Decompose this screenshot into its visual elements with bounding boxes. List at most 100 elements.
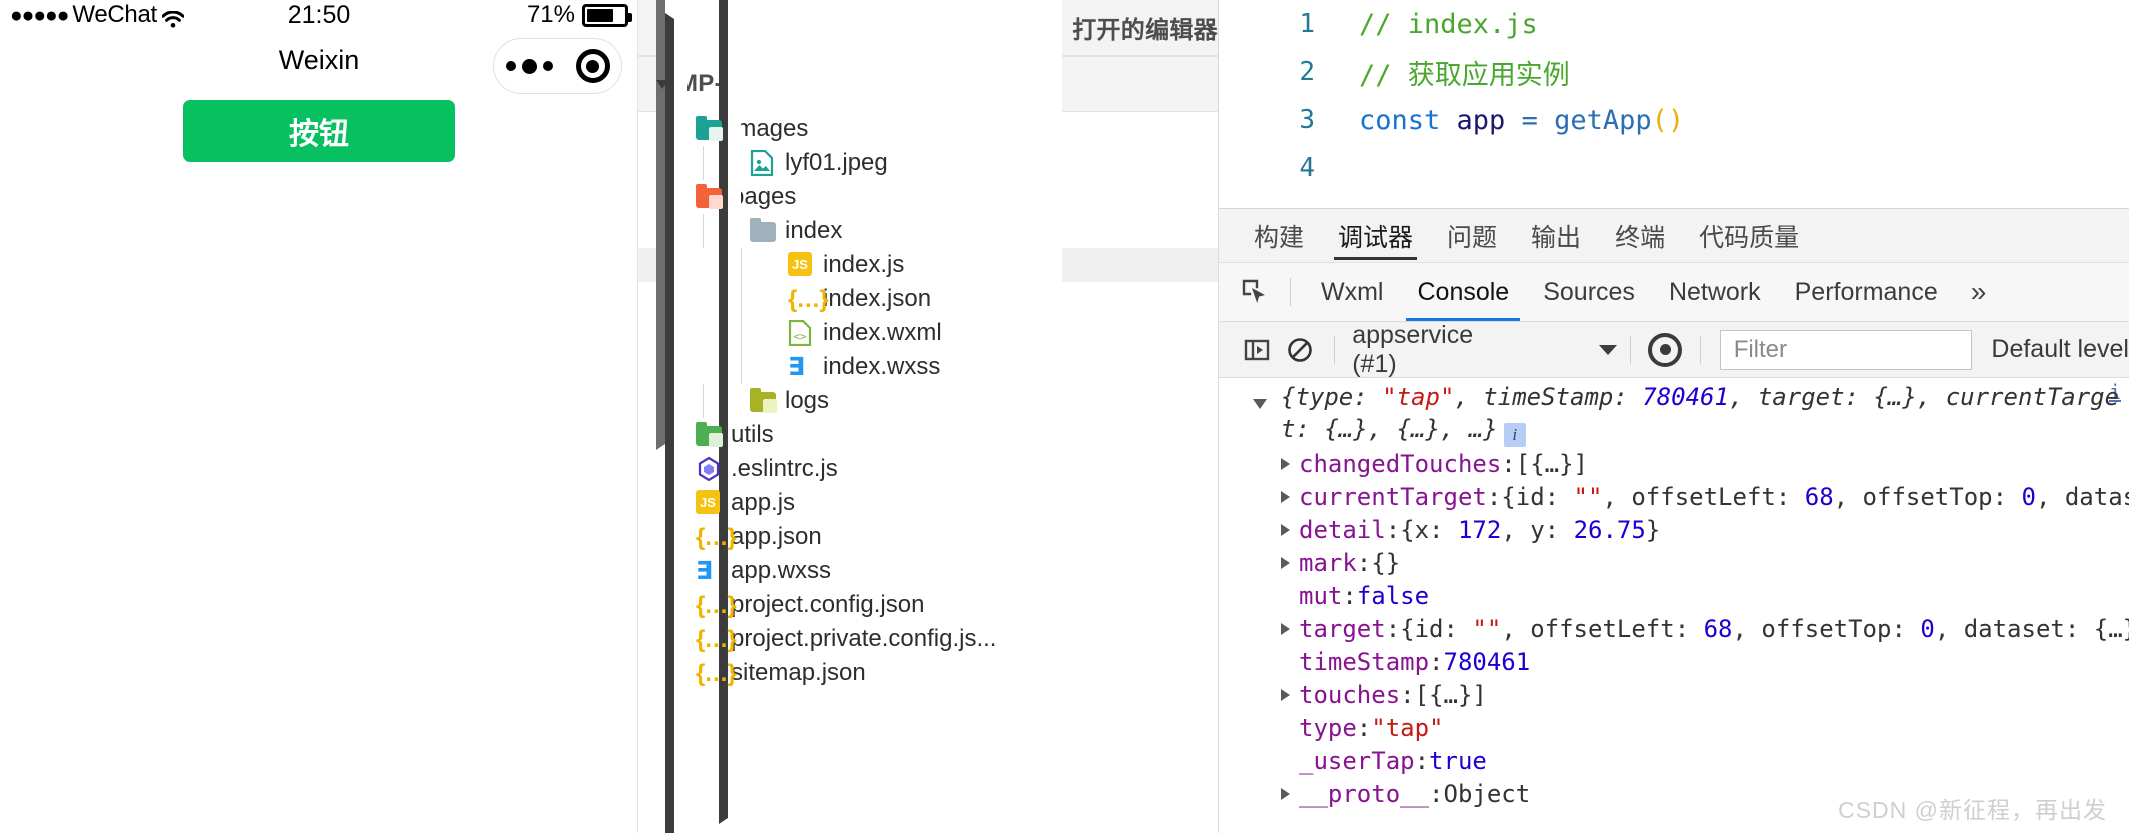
file-tree-item-sitemap-json[interactable]: {…} sitemap.json [638,656,1218,690]
file-tree-item-label: project.config.json [731,591,925,618]
devtools-tab-0[interactable]: 构建 [1237,209,1321,262]
property-value: Object [1443,779,1531,808]
code-editor[interactable]: 1 // index.js 2 // 获取应用实例 3 const app = getAp… [1219,0,2129,208]
console-sidebar-icon[interactable] [1235,330,1278,370]
console-property-row[interactable]: currentTarget: {id: "", offsetLeft: 68, … [1219,480,2129,513]
code-line: 2 // 获取应用实例 [1259,48,2129,96]
status-left: ●●●●● WeChat [10,1,185,29]
divider [1334,335,1336,364]
console-property-row[interactable]: mark: {} [1219,546,2129,579]
eslint-file-icon [696,456,722,482]
property-key: touches [1299,680,1401,709]
line-number: 3 [1299,105,1315,135]
folder-logs-icon [750,388,777,414]
property-colon: : [1429,647,1444,676]
more-dots-icon[interactable] [505,58,553,74]
live-expression-eye-icon[interactable] [1644,330,1687,370]
devtools-tab-1[interactable]: 调试器 [1321,209,1430,262]
phone-status-bar: ●●●●● WeChat 21:50 71% [0,0,638,30]
json-file-icon: {…} [696,524,737,551]
file-tree-item-label: sitemap.json [731,659,866,686]
file-tree-item-label: images [731,115,809,142]
devtools-tab-2[interactable]: 问题 [1430,209,1514,262]
line-number: 2 [1299,57,1315,87]
filter-input[interactable] [1731,334,1961,365]
panel-tab-performance[interactable]: Performance [1778,264,1955,321]
console-property-row[interactable]: _userTap: true [1219,744,2129,777]
expand-triangle-icon[interactable] [1253,399,1267,409]
file-tree-item-label: index [785,217,843,244]
console-context-select[interactable]: appservice (#1) [1348,321,1617,379]
phone-nav-bar: Weixin [0,30,638,94]
divider [1699,335,1701,364]
folder-icon [750,218,776,244]
devtools-primary-tabs: 构建 调试器 问题 输出 终端 代码质量 [1219,208,2129,263]
chevron-down-icon [1598,344,1617,355]
expand-triangle-icon[interactable] [1281,787,1290,800]
expand-triangle-icon[interactable] [1281,457,1290,470]
log-group-summary[interactable]: {type: "tap", timeStamp: 780461, target:… [1281,382,2129,448]
property-key: type [1299,713,1357,742]
chevron-double-right-icon[interactable]: » [1955,264,2003,321]
console-property-row[interactable]: target: {id: "", offsetLeft: 68, offsetT… [1219,612,2129,645]
property-key: _userTap [1299,746,1415,775]
wechat-capsule[interactable] [493,38,622,94]
wxml-file-icon: <> [788,319,814,347]
devtools-tab-4[interactable]: 终端 [1598,209,1682,262]
file-tree-item-label: lyf01.jpeg [785,149,888,176]
file-tree-item-label: .eslintrc.js [731,455,838,482]
info-badge[interactable]: i [1503,423,1526,448]
console-property-row[interactable]: __proto__: Object [1219,777,2129,810]
console-property-row[interactable]: detail: {x: 172, y: 26.75} [1219,513,2129,546]
expand-triangle-icon[interactable] [1281,490,1290,503]
panel-tab-wxml[interactable]: Wxml [1304,264,1400,321]
right-pane: 1 // index.js 2 // 获取应用实例 3 const app = getAp… [1219,0,2129,833]
console-toolbar: appservice (#1) Default level [1219,321,2129,379]
file-tree-item-project-private-config-js-[interactable]: {…} project.private.config.js... [638,622,1218,656]
property-value: "tap" [1371,713,1444,742]
panel-tab-network[interactable]: Network [1652,264,1778,321]
js-file-icon: JS [788,252,814,278]
inspect-element-icon[interactable] [1233,270,1277,314]
carrier-label: WeChat [72,1,157,28]
expand-triangle-icon[interactable] [1281,622,1290,635]
json-file-icon: {…} [788,286,829,313]
code-text: const app = getApp() [1359,104,1685,136]
chevron-right-icon[interactable] [719,0,741,824]
console-property-row[interactable]: type: "tap" [1219,711,2129,744]
target-circle-icon[interactable] [575,49,610,83]
devtools-tab-5[interactable]: 代码质量 [1682,209,1816,262]
code-line: 3 const app = getApp() [1259,96,2129,144]
line-number: 1 [1299,9,1315,39]
property-colon: : [1486,482,1502,511]
chevron-right-icon[interactable] [665,12,687,833]
object-property-list: changedTouches: [{…}] currentTarget: {id:… [1219,447,2129,810]
devtools-window: ●●●●● WeChat 21:50 71% Weixin 按钮 打开的编辑器 … [0,0,2129,833]
console-log-group: {type: "tap", timeStamp: 780461, target:… [1219,382,2129,448]
console-property-row[interactable]: timeStamp: 780461 [1219,645,2129,678]
file-tree-item-app-json[interactable]: {…} app.json [638,520,1218,554]
clear-console-icon[interactable] [1278,330,1321,370]
indent-guide [703,384,704,418]
log-level-select[interactable]: Default level [1991,335,2129,364]
expand-triangle-icon[interactable] [1281,688,1290,701]
console-filter-box[interactable] [1719,329,1973,370]
tap-button[interactable]: 按钮 [183,100,455,162]
panel-tab-sources[interactable]: Sources [1526,264,1652,321]
console-property-row[interactable]: mut: false [1219,579,2129,612]
console-property-row[interactable]: touches: [{…}] [1219,678,2129,711]
file-tree-item-label: index.js [823,251,905,278]
panel-tab-console[interactable]: Console [1400,264,1526,321]
file-tree-item-project-config-json[interactable]: {…} project.config.json [638,588,1218,622]
property-value: false [1356,581,1430,610]
console-output: i {type: "tap", timeStamp: 780461, targe… [1219,378,2129,833]
property-key: __proto__ [1299,779,1430,808]
devtools-panel-tabs: Wxml Console Sources Network Performance » [1219,263,2129,322]
devtools-tab-3[interactable]: 输出 [1514,209,1598,262]
property-colon: : [1385,515,1401,544]
property-value: [{…}] [1414,680,1487,709]
expand-triangle-icon[interactable] [1281,556,1290,569]
console-property-row[interactable]: changedTouches: [{…}] [1219,447,2129,480]
expand-triangle-icon[interactable] [1281,523,1290,536]
property-key: detail [1299,515,1386,544]
